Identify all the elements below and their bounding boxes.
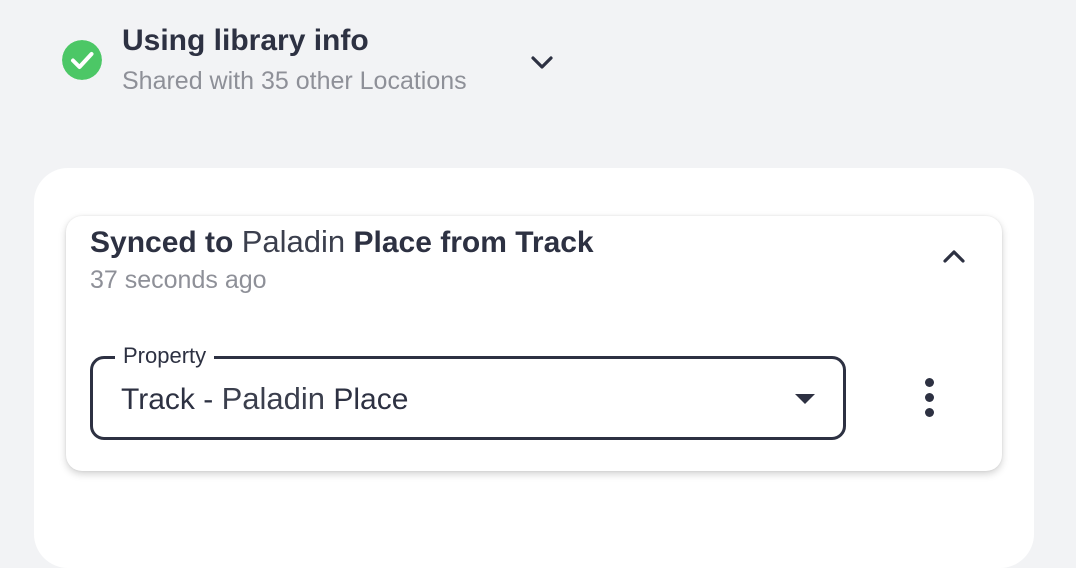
property-select[interactable]: Property Track - Paladin Place	[90, 343, 846, 440]
status-subtitle: Shared with 35 other Locations	[122, 67, 467, 95]
more-dot	[925, 393, 934, 402]
sync-title: Synced to Paladin Place from Track	[90, 224, 594, 260]
property-select-label: Property	[115, 343, 215, 369]
chevron-down-icon[interactable]	[528, 52, 556, 72]
sync-title-place: Paladin	[241, 224, 346, 259]
content-panel: Synced to Paladin Place from Track 37 se…	[34, 168, 1034, 568]
sync-card: Synced to Paladin Place from Track 37 se…	[66, 216, 1002, 471]
sync-title-suffix: Place from Track	[353, 226, 594, 259]
chevron-up-icon[interactable]	[940, 246, 968, 266]
property-value-suffix: Place	[333, 383, 409, 416]
sync-timestamp: 37 seconds ago	[90, 266, 267, 294]
more-vertical-icon[interactable]	[912, 376, 948, 420]
library-status: Using library info Shared with 35 other …	[62, 22, 562, 102]
property-value-prefix: Track -	[121, 383, 214, 416]
property-value-place: Paladin	[221, 381, 325, 416]
sync-title-prefix: Synced to	[90, 226, 234, 259]
more-dot	[925, 408, 934, 417]
more-dot	[925, 378, 934, 387]
check-circle-icon	[62, 40, 102, 80]
caret-down-icon[interactable]	[795, 394, 815, 404]
property-select-value: Track - Paladin Place	[121, 381, 408, 417]
status-title: Using library info	[122, 24, 369, 57]
